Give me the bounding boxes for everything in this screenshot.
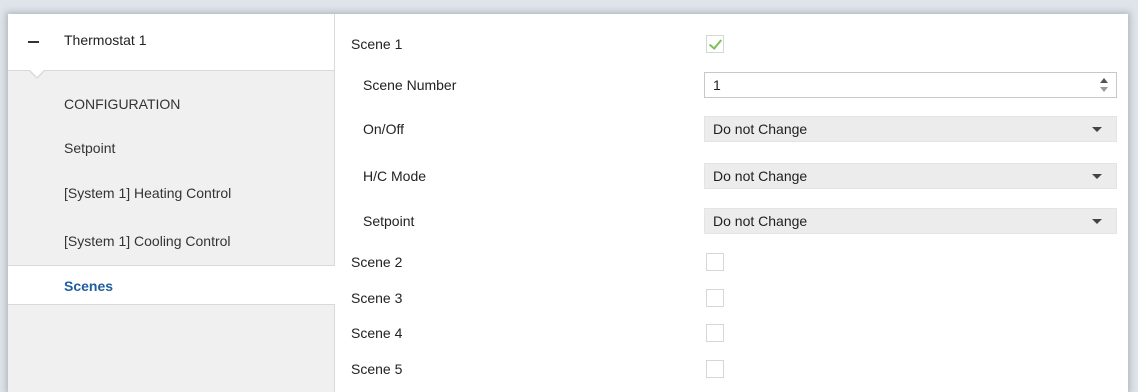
hc-mode-value: Do not Change: [713, 168, 808, 184]
scene-5-checkbox[interactable]: [706, 360, 724, 378]
scene-number-label: Scene Number: [363, 77, 457, 93]
scene-5-label: Scene 5: [351, 361, 403, 377]
dropdown-arrow-icon: [1092, 174, 1102, 179]
scene-3-row: Scene 3: [334, 282, 1128, 314]
sidebar-item-setpoint[interactable]: Setpoint: [8, 128, 334, 168]
tree-header[interactable]: Thermostat 1: [8, 14, 334, 71]
scene-number-value: 1: [713, 77, 721, 93]
on-off-row: On/Off Do not Change: [334, 113, 1128, 145]
collapse-icon[interactable]: [28, 41, 39, 43]
scene-number-row: Scene Number 1: [334, 69, 1128, 101]
scene-number-stepper[interactable]: [1100, 76, 1108, 94]
setpoint-label: Setpoint: [363, 213, 415, 229]
hc-mode-row: H/C Mode Do not Change: [334, 160, 1128, 192]
spinner-down-icon[interactable]: [1100, 87, 1108, 92]
dropdown-arrow-icon: [1092, 127, 1102, 132]
sidebar: Thermostat 1 CONFIGURATION Setpoint [Sys…: [8, 14, 335, 392]
sidebar-item-heating-control[interactable]: [System 1] Heating Control: [8, 173, 334, 213]
scene-1-row: Scene 1: [334, 28, 1128, 60]
scene-1-checkbox[interactable]: [706, 35, 724, 53]
setpoint-select[interactable]: Do not Change: [704, 208, 1117, 234]
sidebar-item-configuration[interactable]: CONFIGURATION: [8, 84, 334, 124]
scene-3-checkbox[interactable]: [706, 289, 724, 307]
scene-1-label: Scene 1: [351, 36, 403, 52]
app-window: Thermostat 1 CONFIGURATION Setpoint [Sys…: [8, 14, 1128, 392]
scene-2-checkbox[interactable]: [706, 253, 724, 271]
on-off-label: On/Off: [363, 121, 404, 137]
scene-4-checkbox[interactable]: [706, 324, 724, 342]
scene-4-label: Scene 4: [351, 325, 403, 341]
sidebar-item-cooling-control[interactable]: [System 1] Cooling Control: [8, 221, 334, 261]
scene-5-row: Scene 5: [334, 353, 1128, 385]
dropdown-arrow-icon: [1092, 219, 1102, 224]
on-off-select[interactable]: Do not Change: [704, 116, 1117, 142]
spinner-up-icon[interactable]: [1100, 78, 1108, 83]
scenes-panel: Scene 1 Scene Number 1 On/Off Do not Cha…: [334, 14, 1128, 392]
hc-mode-label: H/C Mode: [363, 168, 427, 184]
scene-2-row: Scene 2: [334, 246, 1128, 278]
hc-mode-select[interactable]: Do not Change: [704, 163, 1117, 189]
sidebar-item-scenes[interactable]: Scenes: [8, 265, 335, 305]
scene-2-label: Scene 2: [351, 254, 403, 270]
setpoint-value: Do not Change: [713, 213, 808, 229]
setpoint-row: Setpoint Do not Change: [334, 205, 1128, 237]
scene-3-label: Scene 3: [351, 290, 403, 306]
on-off-value: Do not Change: [713, 121, 808, 137]
scene-4-row: Scene 4: [334, 317, 1128, 349]
checkmark-icon: [708, 36, 723, 50]
tree-header-title: Thermostat 1: [64, 32, 147, 48]
scene-number-input[interactable]: 1: [704, 72, 1117, 98]
